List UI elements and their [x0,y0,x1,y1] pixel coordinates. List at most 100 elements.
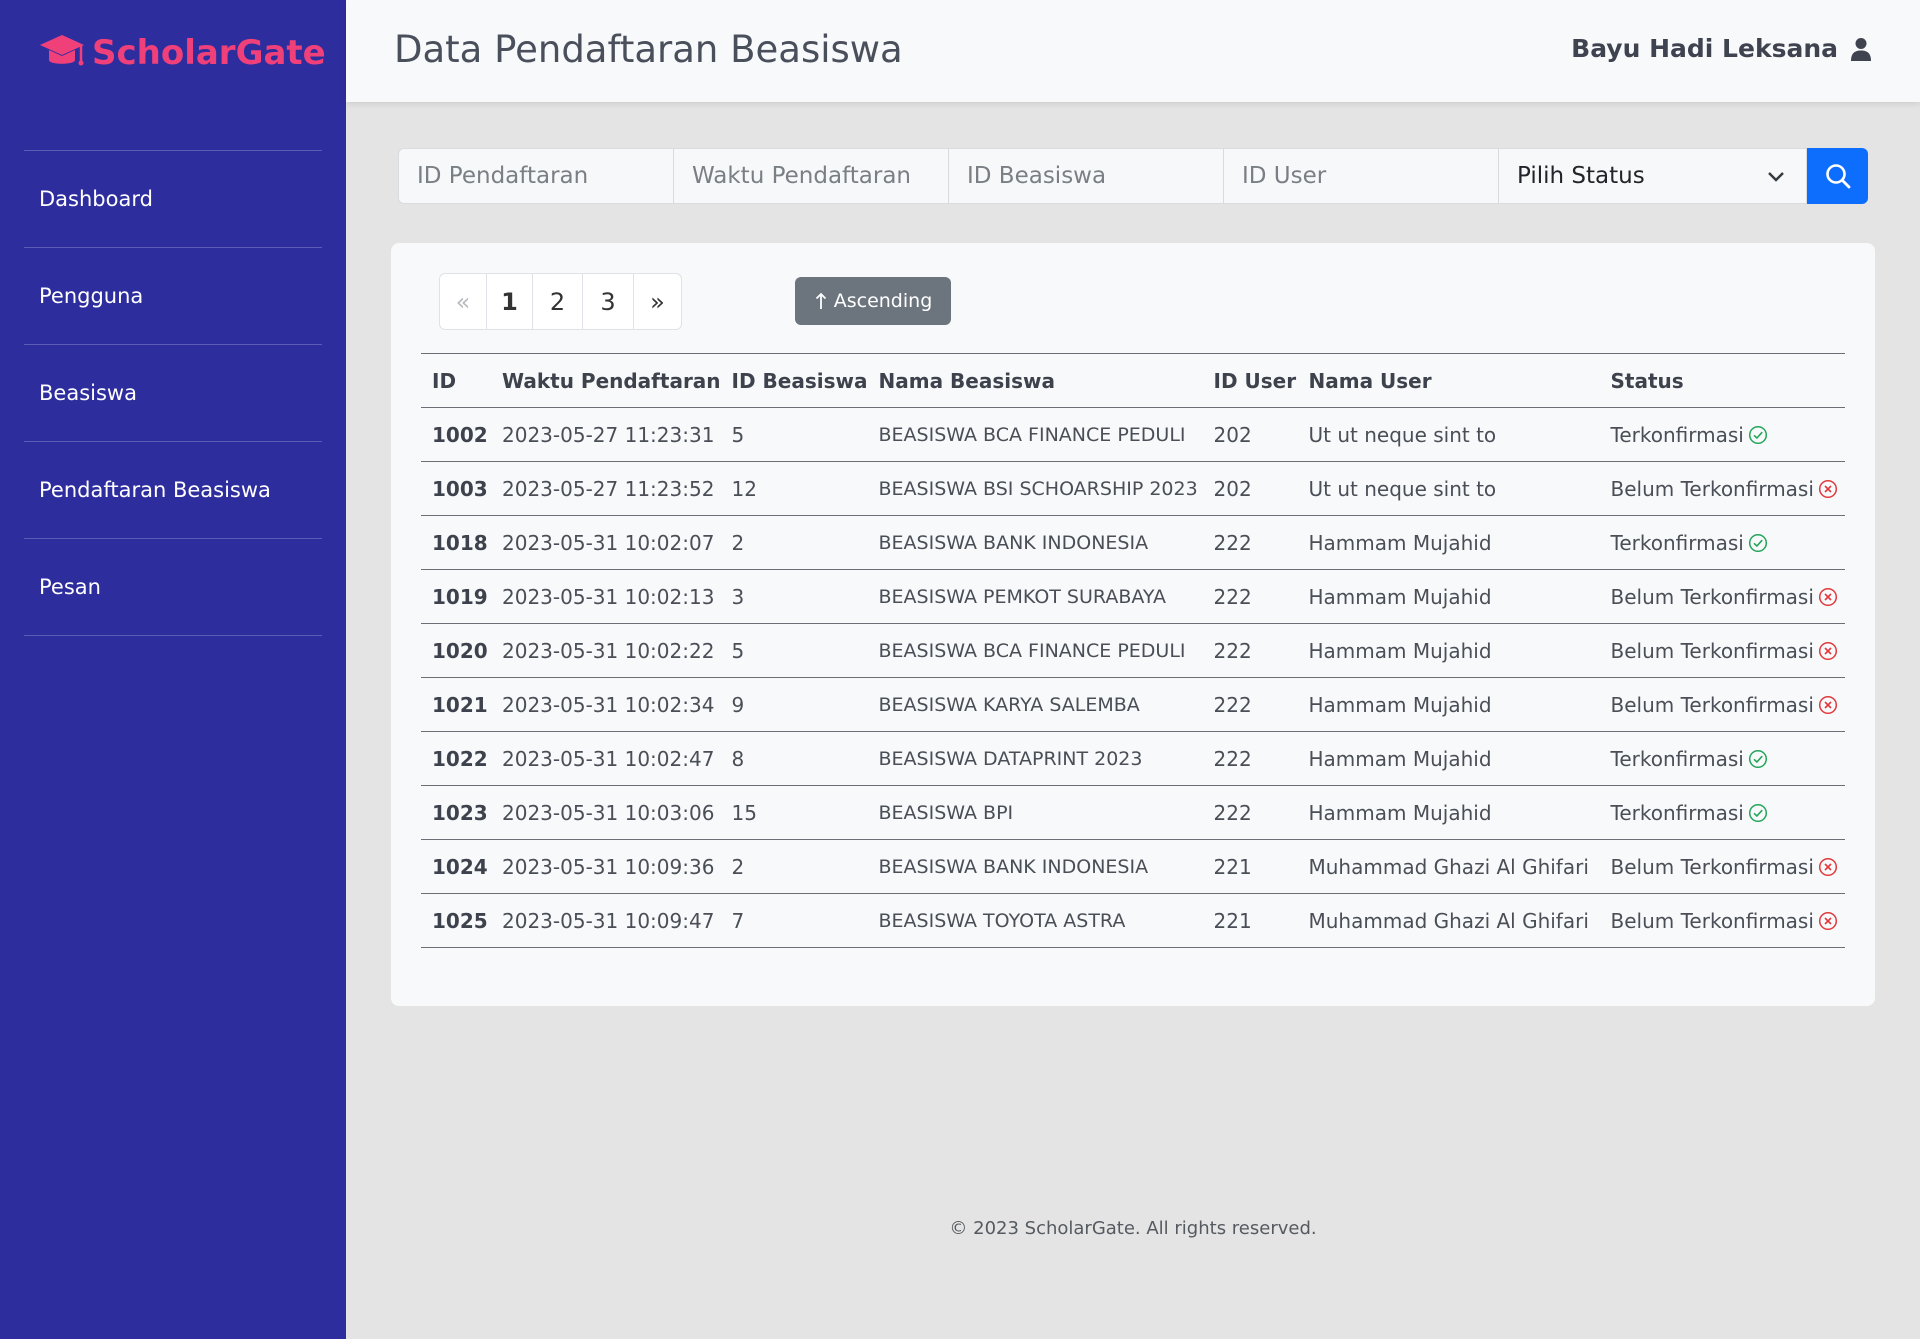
table-row[interactable]: 1018 2023-05-31 10:02:07 2 BEASISWA BANK IN… [421,515,1845,570]
cell-nama-user: Hammam Mujahid [1297,785,1600,840]
table-row[interactable]: 1002 2023-05-27 11:23:31 5 BEASISWA BCA FIN… [421,407,1845,462]
cell-nama-beasiswa: BEASISWA TOYOTA ASTRA [867,893,1203,948]
pagination-page-3[interactable]: 3 [583,274,634,329]
cell-status: Terkonfirmasi [1599,515,1845,570]
top-header: Data Pendaftaran Beasiswa Bayu Hadi Leks… [346,0,1920,102]
cell-nama-beasiswa: BEASISWA DATAPRINT 2023 [867,731,1203,786]
cell-nama-user: Ut ut neque sint to [1297,461,1600,516]
sidebar: ScholarGate Dashboard Pengguna Beasiswa … [0,0,346,1339]
cell-status: Terkonfirmasi [1599,731,1845,786]
id-pendaftaran-input[interactable] [398,148,673,204]
status-label: Terkonfirmasi [1610,800,1744,825]
check-circle-icon [1748,803,1767,822]
cell-status: Belum Terkonfirmasi [1599,569,1845,624]
table-row[interactable]: 1021 2023-05-31 10:02:34 9 BEASISWA KARYA S… [421,677,1845,732]
sidebar-nav: Dashboard Pengguna Beasiswa Pendaftaran … [24,150,322,636]
sort-ascending-button[interactable]: Ascending [795,277,951,325]
cell-id-beasiswa: 3 [720,569,868,624]
table-row[interactable]: 1003 2023-05-27 11:23:52 12 BEASISWA BSI SC… [421,461,1845,516]
cell-nama-user: Ut ut neque sint to [1297,407,1600,462]
cell-id-beasiswa: 5 [720,407,868,462]
pagination-page-1[interactable]: 1 [487,274,533,329]
x-circle-icon [1818,911,1837,930]
id-beasiswa-input[interactable] [948,148,1223,204]
cell-id-user: 222 [1202,677,1298,732]
cell-nama-beasiswa: BEASISWA KARYA SALEMBA [867,677,1203,732]
cell-id: 1022 [421,731,491,786]
status-label: Belum Terkonfirmasi [1610,908,1814,933]
x-circle-icon [1818,479,1837,498]
status-label: Belum Terkonfirmasi [1610,692,1814,717]
sidebar-item-beasiswa[interactable]: Beasiswa [24,345,322,442]
cell-id: 1025 [421,893,491,948]
check-circle-icon [1748,749,1767,768]
cell-waktu: 2023-05-31 10:02:07 [491,515,721,570]
sidebar-item-pendaftaran-beasiswa[interactable]: Pendaftaran Beasiswa [24,442,322,539]
sidebar-item-dashboard[interactable]: Dashboard [24,151,322,248]
sort-button-label: Ascending [833,290,933,312]
cell-id-user: 221 [1202,893,1298,948]
sidebar-item-pengguna[interactable]: Pengguna [24,248,322,345]
registration-table: ID Waktu Pendaftaran ID Beasiswa Nama Be… [421,353,1845,948]
table-row[interactable]: 1020 2023-05-31 10:02:22 5 BEASISWA BCA FIN… [421,623,1845,678]
cell-id-beasiswa: 2 [720,515,868,570]
table-row[interactable]: 1019 2023-05-31 10:02:13 3 BEASISWA PEMKOT … [421,569,1845,624]
status-label: Terkonfirmasi [1610,530,1744,555]
check-circle-icon [1748,533,1767,552]
table-row[interactable]: 1024 2023-05-31 10:09:36 2 BEASISWA BANK IN… [421,839,1845,894]
status-select[interactable]: Pilih Status [1498,148,1808,204]
column-header-waktu: Waktu Pendaftaran [491,353,721,408]
cell-status: Belum Terkonfirmasi [1599,677,1845,732]
table-row[interactable]: 1023 2023-05-31 10:03:06 15 BEASISWA BPI 222… [421,785,1845,840]
cell-id-beasiswa: 2 [720,839,868,894]
pagination-page-2[interactable]: 2 [533,274,583,329]
page-title: Data Pendaftaran Beasiswa [394,28,903,71]
cell-id-user: 222 [1202,569,1298,624]
waktu-pendaftaran-input[interactable] [673,148,948,204]
search-button[interactable] [1807,148,1868,204]
cell-id: 1018 [421,515,491,570]
brand-logo[interactable]: ScholarGate [38,32,326,74]
status-label: Belum Terkonfirmasi [1610,638,1814,663]
column-header-id-user: ID User [1202,353,1298,408]
column-header-id: ID [421,353,491,408]
cell-waktu: 2023-05-31 10:09:36 [491,839,721,894]
cell-id-beasiswa: 12 [720,461,868,516]
cell-id-user: 222 [1202,731,1298,786]
cell-nama-beasiswa: BEASISWA BSI SCHOARSHIP 2023 [867,461,1203,516]
chevron-down-icon [1768,172,1785,182]
cell-waktu: 2023-05-31 10:02:13 [491,569,721,624]
cell-nama-beasiswa: BEASISWA BCA FINANCE PEDULI [867,407,1203,462]
pagination-prev[interactable]: « [440,274,487,329]
cell-nama-user: Hammam Mujahid [1297,677,1600,732]
graduation-cap-icon [40,35,84,66]
sidebar-item-pesan[interactable]: Pesan [24,539,322,636]
status-label: Belum Terkonfirmasi [1610,584,1814,609]
cell-nama-user: Hammam Mujahid [1297,623,1600,678]
cell-waktu: 2023-05-31 10:09:47 [491,893,721,948]
cell-nama-beasiswa: BEASISWA PEMKOT SURABAYA [867,569,1203,624]
pagination-next[interactable]: » [634,274,681,329]
cell-id-user: 202 [1202,461,1298,516]
cell-status: Terkonfirmasi [1599,785,1845,840]
table-row[interactable]: 1025 2023-05-31 10:09:47 7 BEASISWA TOYOTA … [421,893,1845,948]
x-circle-icon [1818,695,1837,714]
cell-id-beasiswa: 5 [720,623,868,678]
cell-nama-user: Hammam Mujahid [1297,569,1600,624]
user-name: Bayu Hadi Leksana [1571,34,1838,63]
column-header-id-beasiswa: ID Beasiswa [720,353,868,408]
cell-nama-beasiswa: BEASISWA BANK INDONESIA [867,839,1203,894]
cell-id-beasiswa: 7 [720,893,868,948]
registration-card: « 1 2 3 » Ascending ID Waktu Pendaftaran… [391,243,1875,1006]
status-label: Belum Terkonfirmasi [1610,854,1814,879]
user-menu[interactable]: Bayu Hadi Leksana [1571,34,1872,63]
cell-nama-beasiswa: BEASISWA BANK INDONESIA [867,515,1203,570]
id-user-input[interactable] [1223,148,1498,204]
column-header-status: Status [1599,353,1845,408]
cell-id: 1019 [421,569,491,624]
table-row[interactable]: 1022 2023-05-31 10:02:47 8 BEASISWA DATAPRI… [421,731,1845,786]
cell-nama-beasiswa: BEASISWA BPI [867,785,1203,840]
cell-waktu: 2023-05-27 11:23:31 [491,407,721,462]
cell-id: 1020 [421,623,491,678]
status-label: Belum Terkonfirmasi [1610,476,1814,501]
